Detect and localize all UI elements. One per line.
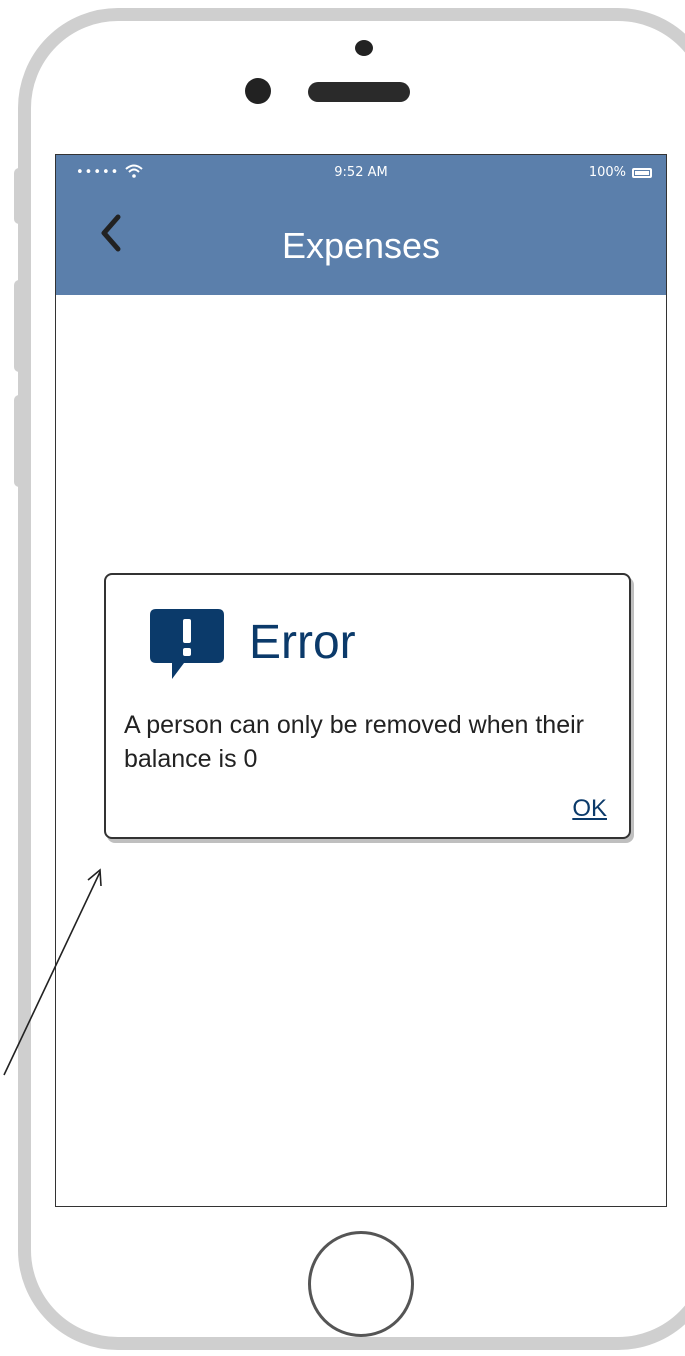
battery-icon [632, 168, 652, 178]
exclamation-speech-bubble-icon [150, 609, 224, 679]
volume-down-button [14, 395, 24, 487]
battery-percent: 100% [588, 165, 626, 180]
earpiece-speaker [308, 82, 410, 102]
error-dialog: Error A person can only be removed when … [104, 573, 631, 839]
ok-button[interactable]: OK [572, 795, 607, 823]
dialog-message: A person can only be removed when their … [124, 711, 584, 773]
nav-bar: Expenses [56, 193, 666, 295]
mute-switch [14, 168, 24, 224]
front-camera [245, 78, 271, 104]
home-button[interactable] [308, 1231, 414, 1337]
page-title: Expenses [281, 225, 441, 266]
annotation-arrow [3, 868, 102, 1076]
volume-up-button [14, 280, 24, 372]
status-time: 9:52 AM [334, 165, 388, 180]
dialog-title: Error [249, 616, 356, 669]
status-bar: ••••• 9:52 AM 100% [56, 155, 666, 193]
proximity-sensor [355, 40, 373, 56]
